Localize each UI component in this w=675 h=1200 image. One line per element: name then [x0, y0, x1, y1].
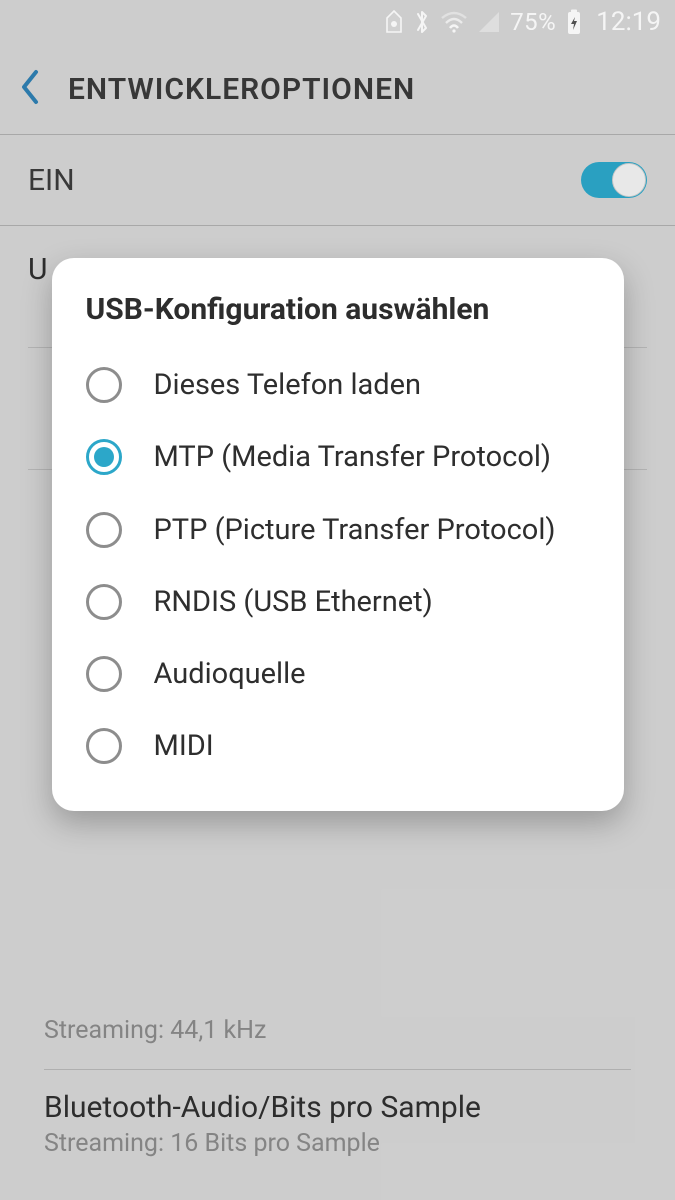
- option-label: RNDIS (USB Ethernet): [154, 584, 433, 620]
- option-charge-phone[interactable]: Dieses Telefon laden: [86, 349, 590, 421]
- list-item-subtitle: Streaming: 44,1 kHz: [44, 1016, 631, 1045]
- radio-icon: [86, 728, 122, 764]
- option-label: PTP (Picture Transfer Protocol): [154, 512, 556, 548]
- background-settings-visible: Streaming: 44,1 kHz Bluetooth-Audio/Bits…: [0, 1012, 675, 1182]
- divider: [44, 1069, 631, 1070]
- master-toggle-row[interactable]: EIN: [0, 135, 675, 225]
- wifi-icon: [440, 11, 468, 33]
- radio-icon: [86, 512, 122, 548]
- option-label: MIDI: [154, 728, 214, 764]
- list-item-subtitle: Streaming: 16 Bits pro Sample: [44, 1129, 631, 1158]
- divider: [0, 225, 675, 226]
- dialog-title: USB-Konfiguration auswählen: [86, 292, 590, 327]
- back-icon[interactable]: [18, 67, 42, 111]
- master-toggle-switch[interactable]: [581, 162, 647, 198]
- radio-icon: [86, 439, 122, 475]
- bluetooth-icon: [414, 9, 430, 35]
- radio-icon: [86, 584, 122, 620]
- battery-percent: 75%: [510, 8, 556, 36]
- radio-icon: [86, 367, 122, 403]
- option-midi[interactable]: MIDI: [86, 710, 590, 782]
- list-item-title: Bluetooth-Audio/Bits pro Sample: [44, 1090, 631, 1125]
- usb-config-dialog: USB-Konfiguration auswählen Dieses Telef…: [52, 258, 624, 811]
- radio-icon: [86, 656, 122, 692]
- option-rndis[interactable]: RNDIS (USB Ethernet): [86, 566, 590, 638]
- option-label: Dieses Telefon laden: [154, 367, 422, 403]
- list-item[interactable]: Bluetooth-Audio/Bits pro Sample Streamin…: [44, 1090, 631, 1158]
- option-audio-source[interactable]: Audioquelle: [86, 638, 590, 710]
- clock: 12:19: [596, 7, 661, 37]
- option-label: MTP (Media Transfer Protocol): [154, 439, 552, 475]
- signal-icon: [478, 11, 500, 33]
- status-bar: 75% 12:19: [0, 0, 675, 44]
- app-bar: ENTWICKLEROPTIONEN: [0, 44, 675, 134]
- list-item[interactable]: Streaming: 44,1 kHz: [44, 1016, 631, 1045]
- page-title: ENTWICKLEROPTIONEN: [68, 72, 415, 107]
- notification-icon: [384, 10, 404, 34]
- option-mtp[interactable]: MTP (Media Transfer Protocol): [86, 421, 590, 493]
- master-toggle-label: EIN: [28, 163, 75, 198]
- option-label: Audioquelle: [154, 656, 306, 692]
- option-ptp[interactable]: PTP (Picture Transfer Protocol): [86, 494, 590, 566]
- battery-icon: [566, 9, 582, 35]
